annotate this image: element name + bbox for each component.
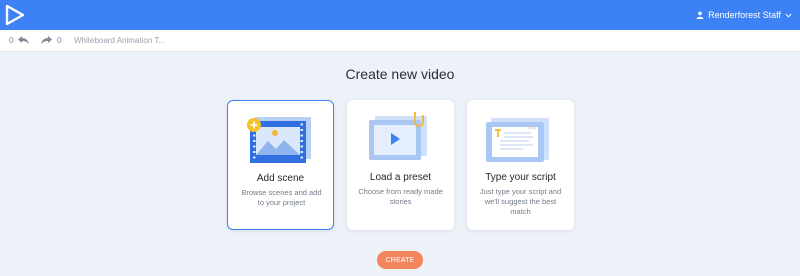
user-name: Renderforest Staff xyxy=(708,10,781,20)
chevron-down-icon xyxy=(785,13,792,18)
redo-button[interactable]: 0 xyxy=(40,35,61,45)
create-button[interactable]: CREATE xyxy=(377,251,423,269)
type-script-icon xyxy=(486,118,549,162)
card-title: Add scene xyxy=(256,173,305,184)
top-bar: Renderforest Staff xyxy=(0,0,800,30)
card-title: Load a preset xyxy=(369,172,432,183)
card-description: Just type your script and we'll suggest … xyxy=(479,187,562,216)
undo-button[interactable]: 0 xyxy=(9,35,30,45)
undo-count: 0 xyxy=(9,35,14,45)
load-preset-icon xyxy=(369,112,427,160)
page-title: Create new video xyxy=(345,66,455,82)
redo-count: 0 xyxy=(57,35,62,45)
card-description: Choose from ready made stories xyxy=(358,187,443,206)
user-icon xyxy=(696,11,704,19)
add-scene-card[interactable]: Add scene Browse scenes and add to your … xyxy=(227,100,334,230)
editor-toolbar: 0 0 Whiteboard Animation T... xyxy=(0,30,800,52)
load-preset-card[interactable]: Load a preset Choose from ready made sto… xyxy=(347,100,454,230)
card-title: Type your script xyxy=(485,172,556,183)
user-menu[interactable]: Renderforest Staff xyxy=(696,0,792,30)
add-scene-icon xyxy=(247,117,311,163)
type-script-card[interactable]: Type your script Just type your script a… xyxy=(467,100,574,230)
project-title[interactable]: Whiteboard Animation T... xyxy=(74,30,165,52)
renderforest-logo-icon[interactable] xyxy=(4,4,26,26)
card-description: Browse scenes and add to your project xyxy=(241,188,322,207)
undo-icon xyxy=(18,36,30,45)
redo-icon xyxy=(41,36,52,45)
